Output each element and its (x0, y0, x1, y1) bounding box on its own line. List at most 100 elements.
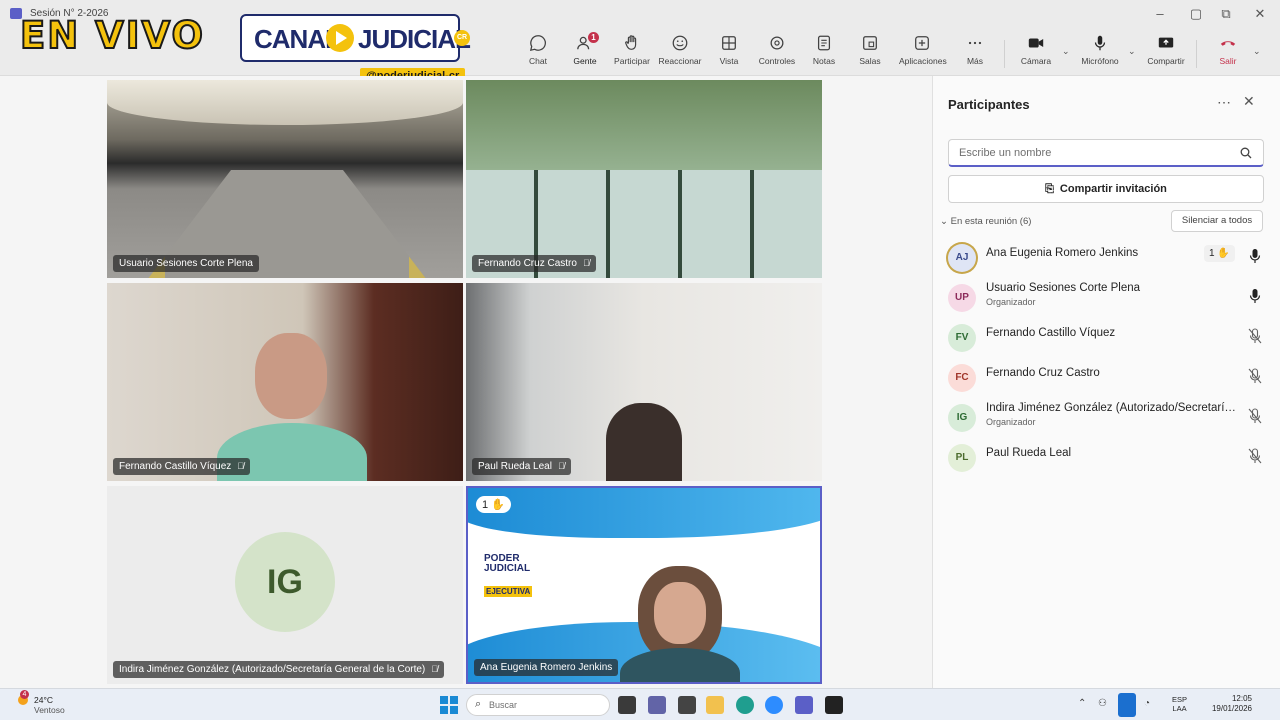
teams-taskbar-icon[interactable] (648, 696, 666, 714)
windows-logo-icon (440, 696, 448, 704)
tile-name: Paul Rueda Leal (478, 461, 552, 472)
windows-taskbar: 4 24°C Ventoso Buscar ⌃ ⚇ ◔ ESPLAA 12:05… (0, 688, 1280, 720)
video-tile[interactable]: IG Indira Jiménez González (Autorizado/S… (107, 486, 463, 684)
camera-label: Cámara (1020, 56, 1052, 66)
edge-icon[interactable] (736, 696, 754, 714)
muted-mic-icon (1248, 408, 1262, 424)
video-tile[interactable]: Fernando Cruz Castro 🎙̸ (466, 80, 822, 278)
video-tile[interactable]: Usuario Sesiones Corte Plena (107, 80, 463, 278)
notes-button[interactable]: Notas (801, 34, 847, 74)
microphone-icon (1249, 289, 1261, 303)
people-badge: 1 (588, 32, 599, 43)
more-label: Más (966, 56, 984, 66)
windows-logo-icon (440, 706, 448, 714)
participant-role: Organizador (986, 417, 1036, 427)
tile-name-tag: Fernando Castillo Víquez 🎙̸ (113, 458, 251, 475)
video-tile[interactable]: Paul Rueda Leal 🎙̸ (466, 283, 822, 481)
raised-hand-icon: ✋ (491, 499, 505, 511)
volume-icon[interactable]: ◔ (1144, 698, 1150, 709)
participant-name: Paul Rueda Leal (986, 447, 1072, 459)
react-button[interactable]: Reaccionar (657, 34, 703, 74)
clock-time: 12:05 (1231, 694, 1252, 703)
panel-title: Participantes (948, 97, 1030, 112)
more-button[interactable]: Más (952, 34, 998, 74)
clock[interactable]: 12:05 19/01/2026 (1210, 694, 1252, 714)
raised-hand-badge: 1 ✋ (1204, 245, 1235, 262)
close-window-button[interactable]: ✕ (1250, 5, 1270, 23)
hand-count: 1 (482, 499, 489, 511)
participant-row[interactable]: FV Fernando Castillo Víquez (948, 322, 1268, 354)
leave-options-chevron-icon[interactable]: ⌄ (1253, 46, 1261, 57)
mute-all-button[interactable]: Silenciar a todos (1171, 210, 1263, 232)
teams-active-icon[interactable] (795, 696, 813, 714)
share-invite-label: Compartir invitación (1059, 183, 1167, 195)
share-label: Compartir (1147, 56, 1185, 66)
camera-options-chevron-icon[interactable]: ⌄ (1062, 46, 1070, 57)
logo-line2: JUDICIAL (484, 563, 531, 574)
participant-row[interactable]: AJ Ana Eugenia Romero Jenkins 1 ✋ (948, 242, 1268, 274)
app-icon[interactable] (825, 696, 843, 714)
network-icon[interactable]: ⚇ (1098, 698, 1107, 709)
weather-notification-badge: 4 (20, 690, 29, 699)
rooms-button[interactable]: Salas (847, 34, 893, 74)
tile-name-tag: Fernando Cruz Castro 🎙̸ (472, 255, 596, 272)
view-icon (706, 34, 752, 56)
logo-subtitle: EJECUTIVA (484, 586, 533, 597)
cloud-app-icon[interactable] (678, 696, 696, 714)
share-button[interactable]: Compartir (1143, 34, 1189, 74)
start-button[interactable] (440, 696, 458, 714)
participants-panel: Participantes ⋯ ✕ ⎘Compartir invitación … (932, 76, 1280, 688)
microphone-options-chevron-icon[interactable]: ⌄ (1128, 46, 1136, 57)
popout-button[interactable]: ⧉ (1216, 5, 1236, 23)
microphone-label: Micrófono (1081, 56, 1119, 66)
leave-label: Salir (1219, 56, 1237, 66)
taskbar-search[interactable]: Buscar (466, 694, 610, 716)
participant-row[interactable]: UP Usuario Sesiones Corte Plena Organiza… (948, 282, 1268, 314)
participant-row[interactable]: FC Fernando Cruz Castro (948, 362, 1268, 394)
chat-button[interactable]: Chat (515, 34, 561, 74)
share-invite-button[interactable]: ⎘ Compartir invitación (948, 175, 1264, 203)
raised-hand-badge: 1 ✋ (476, 496, 511, 513)
controls-icon (754, 34, 800, 56)
chevron-up-icon[interactable]: ⌃ (1078, 698, 1086, 709)
file-explorer-icon[interactable] (706, 696, 724, 714)
apps-button[interactable]: Aplicaciones (899, 34, 947, 74)
search-icon (1240, 147, 1252, 159)
participant-body (620, 648, 740, 682)
language-indicator[interactable]: ESP LAA (1172, 695, 1187, 713)
leave-button[interactable]: Salir (1205, 34, 1251, 74)
tile-name-tag: Indira Jiménez González (Autorizado/Secr… (113, 661, 445, 678)
rooms-icon (847, 34, 893, 56)
people-button[interactable]: 1 Gente (562, 32, 608, 78)
participant-row[interactable]: PL Paul Rueda Leal (948, 442, 1268, 474)
toolbar-separator (1196, 40, 1197, 68)
panel-more-icon[interactable]: ⋯ (1217, 94, 1231, 111)
task-view-icon[interactable] (618, 696, 636, 714)
rooms-label: Salas (859, 56, 881, 66)
people-label: Gente (573, 56, 597, 66)
video-tile[interactable]: Fernando Castillo Víquez 🎙̸ (107, 283, 463, 481)
share-invite-icon: ⎘ (1045, 183, 1054, 195)
minimize-button[interactable]: – (1150, 5, 1170, 23)
camera-button[interactable]: Cámara (1013, 34, 1059, 74)
react-label: Reaccionar (658, 56, 702, 66)
participant-face (654, 582, 706, 644)
view-button[interactable]: Vista (706, 34, 752, 74)
room-ceiling (107, 80, 463, 125)
participant-search-input[interactable] (948, 139, 1264, 167)
mic-in-use-icon[interactable] (1118, 693, 1136, 717)
avatar: IG (948, 404, 976, 432)
react-icon (657, 34, 703, 56)
raise-hand-button[interactable]: Participar (609, 34, 655, 74)
microphone-button[interactable]: Micrófono (1077, 34, 1123, 74)
participant-row[interactable]: IG Indira Jiménez González (Autorizado/S… (948, 402, 1268, 434)
tile-name: Indira Jiménez González (Autorizado/Secr… (119, 664, 426, 675)
zoom-icon[interactable] (765, 696, 783, 714)
controls-button[interactable]: Controles (754, 34, 800, 74)
panel-close-icon[interactable]: ✕ (1243, 93, 1255, 110)
restore-button[interactable]: ▢ (1186, 5, 1206, 23)
video-tile-active-speaker[interactable]: PODER JUDICIAL EJECUTIVA 1 ✋ Ana Eugenia… (466, 486, 822, 684)
video-stage: Usuario Sesiones Corte Plena Fernando Cr… (0, 76, 932, 688)
muted-mic-icon (1248, 368, 1262, 384)
in-meeting-section-toggle[interactable]: ⌄ En esta reunión (6) (940, 216, 1031, 227)
